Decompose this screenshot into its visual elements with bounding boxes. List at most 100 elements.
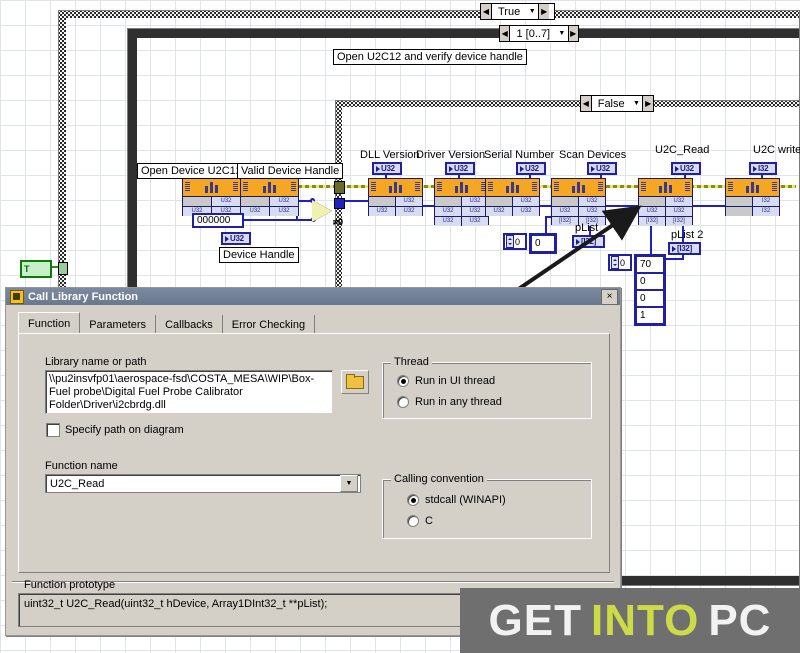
u2c-read-indicator[interactable]: U32 xyxy=(671,162,701,175)
thread-group-caption: Thread xyxy=(391,356,432,368)
serial-number-indicator[interactable]: U32 xyxy=(516,162,546,175)
case-selector-value: True xyxy=(492,4,526,19)
radio-button[interactable] xyxy=(397,375,409,387)
checkbox-box[interactable] xyxy=(46,423,60,437)
clf-node-icon xyxy=(486,179,539,197)
clf-node-icon xyxy=(552,179,605,197)
terminal-type-label: [I32] xyxy=(677,244,692,253)
calling-convention-group: Calling convention stdcall (WINAPI) C xyxy=(382,479,592,539)
wire xyxy=(244,219,314,221)
watermark: GET INTO PC xyxy=(460,588,800,653)
library-path-label: Library name or path xyxy=(45,356,147,368)
clf-node-u2c-write[interactable]: I32 I32 xyxy=(725,178,780,216)
outer-case-selector[interactable]: ◀ True ▼ ▶ xyxy=(480,3,555,20)
node-label-driver-version: Driver Version xyxy=(413,148,488,162)
tab-parameters[interactable]: Parameters xyxy=(80,315,156,334)
dll-version-indicator[interactable]: U32 xyxy=(372,162,402,175)
error-tunnel[interactable] xyxy=(334,181,345,194)
call-library-function-dialog: Call Library Function × Function Paramet… xyxy=(5,287,621,636)
radio-button[interactable] xyxy=(407,515,419,527)
radio-run-in-any-thread[interactable]: Run in any thread xyxy=(397,396,502,408)
frame-selector-value: 1 [0..7] xyxy=(510,26,556,41)
inner-case-prev-arrow[interactable]: ◀ xyxy=(581,96,592,111)
close-icon[interactable]: × xyxy=(601,289,618,305)
radio-stdcall[interactable]: stdcall (WINAPI) xyxy=(407,494,506,506)
radio-label: Run in UI thread xyxy=(415,375,495,387)
plist2-indicator[interactable]: [I32] xyxy=(668,242,701,255)
node-label-scan-devices: Scan Devices xyxy=(556,148,629,162)
clf-node-icon xyxy=(435,179,488,197)
clf-node-valid-device-handle[interactable]: U32 U32U32 xyxy=(240,178,299,216)
frame-next-arrow[interactable]: ▶ xyxy=(568,26,578,41)
case-prev-arrow[interactable]: ◀ xyxy=(481,4,492,19)
scan-devices-indicator[interactable]: U32 xyxy=(587,162,617,175)
function-name-select[interactable]: U2C_Read ▼ xyxy=(45,474,361,493)
dialog-title: Call Library Function xyxy=(28,291,601,303)
terminal-type-i32: I32 xyxy=(753,197,779,206)
boolean-tunnel[interactable] xyxy=(58,262,68,275)
u2c-write-indicator[interactable]: I32 xyxy=(749,162,777,175)
function-name-value: U2C_Read xyxy=(46,478,340,490)
specify-path-label: Specify path on diagram xyxy=(65,424,184,436)
case-dropdown-icon[interactable]: ▼ xyxy=(526,4,538,19)
terminal-type-u32: U32 xyxy=(270,207,298,216)
inner-case-selector[interactable]: ◀ False ▼ ▶ xyxy=(580,95,654,112)
terminal-type-label: U32 xyxy=(381,164,395,173)
diagram-comment: Open U2C12 and verify device handle xyxy=(333,49,527,65)
radio-run-in-ui-thread[interactable]: Run in UI thread xyxy=(397,375,495,387)
radio-label: Run in any thread xyxy=(415,396,502,408)
clf-node-icon xyxy=(183,179,240,197)
terminal-type-label: U32 xyxy=(230,234,244,243)
plist2-label: pList 2 xyxy=(668,228,706,242)
radio-button[interactable] xyxy=(397,396,409,408)
wire xyxy=(691,205,725,207)
clf-node-open-device-u2c12[interactable]: U32 U32U32 xyxy=(182,178,241,216)
folder-icon xyxy=(346,376,364,389)
specify-path-checkbox[interactable]: Specify path on diagram xyxy=(46,423,184,437)
dialog-tabs: Function Parameters Callbacks Error Chec… xyxy=(18,313,610,334)
thread-group: Thread Run in UI thread Run in any threa… xyxy=(382,362,592,419)
inner-case-selector-value: False xyxy=(592,96,631,111)
terminal-type-u32: U32 xyxy=(666,197,692,206)
node-label-valid-device-handle: Valid Device Handle xyxy=(237,163,343,179)
clf-node-icon xyxy=(726,179,779,197)
browse-folder-button[interactable] xyxy=(341,370,369,394)
labview-icon xyxy=(10,290,24,304)
not-equal-zero-node[interactable]: ≠0 xyxy=(312,200,332,222)
frame-prev-arrow[interactable]: ◀ xyxy=(500,26,510,41)
watermark-part1: GET xyxy=(489,599,582,643)
frame-selector[interactable]: ◀ 1 [0..7] ▼ ▶ xyxy=(499,25,579,42)
terminal-type-array: [I32] xyxy=(666,217,692,226)
tab-callbacks[interactable]: Callbacks xyxy=(156,315,223,334)
radio-c[interactable]: C xyxy=(407,515,433,527)
clf-node-icon xyxy=(369,179,422,197)
function-tab-panel: Library name or path \\pu2insvfp01\aeros… xyxy=(18,333,610,573)
library-path-input[interactable]: \\pu2insvfp01\aerospace-fsd\COSTA_MESA\W… xyxy=(45,370,333,414)
radio-label: stdcall (WINAPI) xyxy=(425,494,506,506)
boolean-constant-value: T xyxy=(24,264,30,274)
terminal-type-label: U32 xyxy=(525,164,539,173)
terminal-type-label: U32 xyxy=(680,164,694,173)
numeric-constant[interactable]: 000000 xyxy=(192,213,244,228)
radio-button[interactable] xyxy=(407,494,419,506)
tab-error-checking[interactable]: Error Checking xyxy=(223,315,315,334)
inner-case-next-arrow[interactable]: ▶ xyxy=(642,96,653,111)
device-handle-indicator[interactable]: U32 xyxy=(221,232,251,245)
driver-version-indicator[interactable]: U32 xyxy=(445,162,475,175)
terminal-type-i32: I32 xyxy=(753,207,779,216)
dialog-title-bar[interactable]: Call Library Function × xyxy=(6,288,620,305)
boolean-true-constant[interactable]: T xyxy=(20,260,52,278)
terminal-type-label: I32 xyxy=(758,164,768,173)
terminal-type-u32: U32 xyxy=(270,197,298,206)
tab-function[interactable]: Function xyxy=(18,312,80,334)
function-name-label: Function name xyxy=(45,460,118,472)
case-next-arrow[interactable]: ▶ xyxy=(538,4,549,19)
inner-case-dropdown-icon[interactable]: ▼ xyxy=(631,96,643,111)
chevron-down-icon[interactable]: ▼ xyxy=(340,475,358,492)
frame-dropdown-icon[interactable]: ▼ xyxy=(556,26,567,41)
calling-convention-caption: Calling convention xyxy=(391,473,487,485)
terminal-type-u32: U32 xyxy=(666,207,692,216)
node-label-u2c-write: U2C write xyxy=(750,143,800,157)
terminal-type-u32: U32 xyxy=(241,207,270,216)
function-prototype-label: Function prototype xyxy=(24,579,115,591)
